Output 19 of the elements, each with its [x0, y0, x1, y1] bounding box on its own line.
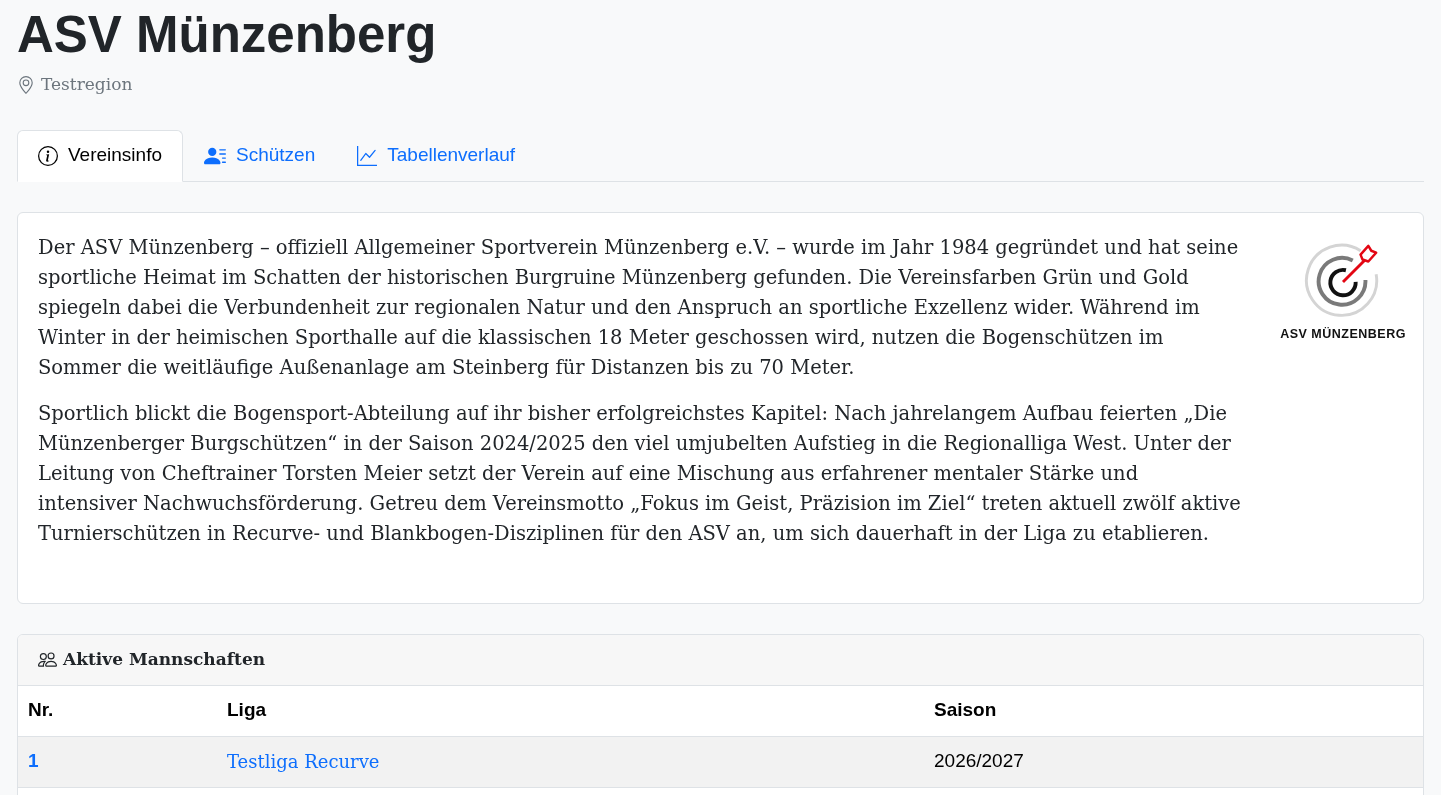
description-paragraph: Der ASV Münzenberg – offiziell Allgemeiner Sportverein Münzenberg e.V. – wurde im Jahr 1984 gegründet und hat seine sportliche Heimat im Schatten der historischen Burgruine Münzenberg gefunden. Die Vereinsfarben Grün und Gold spiegeln dabei die Verbundenheit zur regionalen Natur und den Anspruch an sportliche Exzellenz wider. Während im Winter in der heimischen Sporthalle auf die klassischen 18 Meter geschossen wird, nutzen die Bogenschützen im Sommer die weitläufige Außenanlage am Steinberg für Distanzen bis zu 70 Meter. [38, 234, 1240, 381]
column-header: Saison [934, 699, 997, 721]
people-icon [38, 650, 57, 669]
region-text: Testregion [41, 73, 133, 96]
tab[interactable]: Vereinsinfo [17, 129, 183, 182]
league-link[interactable]: Testliga Recurve [227, 751, 380, 772]
logo-text: ASV MÜNZENBERG [1280, 325, 1406, 343]
page-title: ASV Münzenberg [17, 5, 437, 65]
team-number-link[interactable]: 1 [28, 750, 39, 772]
location-pin-icon [17, 75, 35, 94]
card-title: Aktive Mannschaften [63, 647, 266, 671]
tab[interactable]: Schützen [183, 129, 337, 182]
tab[interactable]: Tabellenverlauf [336, 129, 537, 182]
info-icon [38, 145, 58, 166]
season-text: 2026/2027 [934, 750, 1024, 772]
description-paragraph: Sportlich blickt die Bogensport-Abteilung auf ihr bisher erfolgreichstes Kapitel: Nach jahrelangem Aufbau feierten „Die Münzenberger Burgschützen“ in der Saison 2024/2025 den viel umjubelten Aufstieg in die Regionalliga West. Unter der Leitung von Cheftrainer Torsten Meier setzt der Verein auf eine Mischung aus erfahrener mentaler Stärke und intensiver Nachwuchsförderung. Getreu dem Vereinsmotto „Fokus im Geist, Präzision im Ziel“ treten aktuell zwölf aktive Turnierschützen in Recurve- und Blankbogen-Disziplinen für den ASV an, um sich dauerhaft in der Liga zu etablieren. [38, 400, 1242, 547]
line-chart-icon [357, 145, 378, 166]
column-header: Liga [227, 699, 267, 721]
column-header: Nr. [28, 699, 54, 721]
